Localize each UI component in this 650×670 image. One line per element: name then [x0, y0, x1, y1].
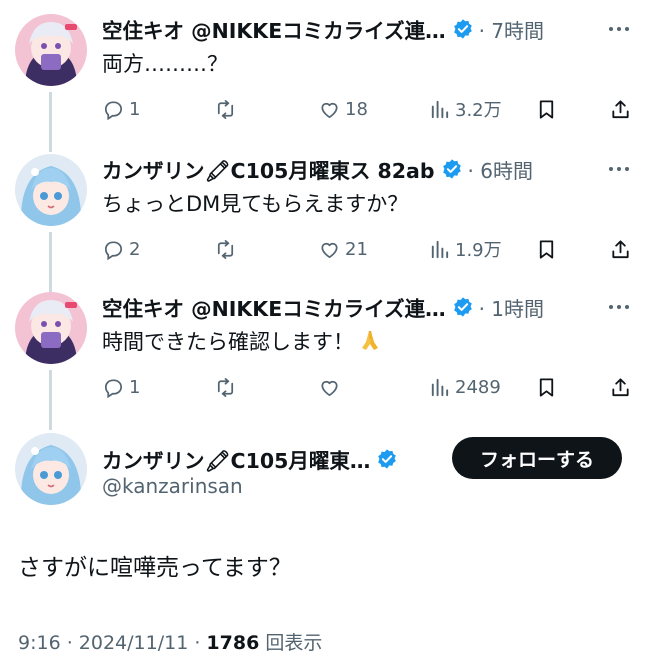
tweet-text: さすがに喧嘩売ってます？ [18, 555, 292, 581]
reply-count: 1 [129, 98, 141, 120]
author-name[interactable]: 空住キオ @NIKKEコミカライズ連… [102, 292, 446, 322]
share-button[interactable] [609, 372, 632, 402]
retweet-button[interactable] [214, 234, 241, 264]
bookmark-button[interactable] [535, 234, 558, 264]
thread-tweet[interactable]: 空住キオ @NIKKEコミカライズ連… · 7時間 両方………？ 1 18 3.… [0, 0, 650, 140]
avatar[interactable] [15, 14, 87, 86]
reply-icon [104, 378, 123, 398]
tweet-text-content: 時間できたら確認します！ [102, 330, 354, 354]
share-icon [612, 239, 629, 258]
like-button[interactable] [318, 372, 345, 402]
author-name[interactable]: 空住キオ @NIKKEコミカライズ連… [102, 14, 446, 44]
share-icon [612, 377, 629, 396]
action-bar: 1 18 3.2万 [102, 94, 636, 124]
tweet-meta: 9:16 · 2024/11/11 · 1786 回表示 [18, 628, 322, 655]
bookmark-button[interactable] [535, 372, 558, 402]
view-count: 3.2万 [455, 100, 502, 121]
like-button[interactable]: 21 [318, 234, 368, 264]
tweet-timestamp[interactable]: 9:16 · 2024/11/11 · [18, 632, 206, 654]
reply-count: 1 [129, 376, 141, 398]
more-icon[interactable] [606, 158, 632, 180]
bookmark-icon [539, 239, 554, 259]
tweet-time[interactable]: · 6時間 [468, 155, 533, 184]
share-icon [612, 99, 629, 118]
like-count: 18 [345, 98, 368, 120]
follow-button[interactable]: フォローする [452, 437, 622, 479]
reply-icon [104, 100, 123, 120]
avatar[interactable] [15, 433, 87, 505]
avatar[interactable] [15, 154, 87, 226]
thread-tweet[interactable]: 空住キオ @NIKKEコミカライズ連… · 1時間 時間できたら確認します！ 1 [0, 278, 650, 418]
retweet-button[interactable] [214, 372, 241, 402]
views-icon [431, 100, 449, 118]
view-count-label: 回表示 [259, 632, 323, 654]
views-button[interactable]: 1.9万 [428, 234, 502, 264]
views-icon [431, 378, 449, 396]
action-bar: 1 2489 [102, 372, 636, 402]
author-handle[interactable]: @kanzarinsan [102, 474, 243, 498]
tweet-text: 時間できたら確認します！ [102, 328, 636, 356]
action-bar: 2 21 1.9万 [102, 234, 636, 264]
like-icon [321, 380, 338, 396]
retweet-icon [217, 239, 234, 259]
reply-button[interactable]: 1 [102, 94, 140, 124]
view-count: 1786 [206, 632, 260, 654]
retweet-button[interactable] [214, 94, 241, 124]
views-button[interactable]: 2489 [428, 372, 501, 402]
tweet-text: ちょっとDM見てもらえますか？ [102, 192, 409, 216]
retweet-icon [217, 377, 234, 397]
view-count: 2489 [455, 376, 501, 398]
reply-button[interactable]: 1 [102, 372, 140, 402]
verified-badge-icon [376, 448, 398, 470]
like-button[interactable]: 18 [318, 94, 368, 124]
tweet-time[interactable]: · 7時間 [479, 15, 544, 44]
author-name[interactable]: カンザリン🖍C105月曜東ス 82ab [102, 154, 435, 184]
main-tweet: カンザリン🖍C105月曜東… @kanzarinsan フォローする さすがに喧… [0, 420, 650, 670]
author-name[interactable]: カンザリン🖍C105月曜東… [102, 444, 370, 474]
bookmark-button[interactable] [535, 94, 558, 124]
reply-icon [104, 240, 123, 260]
bookmark-icon [539, 99, 554, 119]
more-icon[interactable] [606, 18, 632, 40]
tweet-text: 両方………？ [102, 52, 228, 76]
like-icon [321, 102, 338, 118]
like-icon [321, 242, 338, 258]
thread-tweet[interactable]: カンザリン🖍C105月曜東ス 82ab · 6時間 ちょっとDM見てもらえますか… [0, 140, 650, 280]
view-count: 1.9万 [455, 240, 502, 261]
avatar[interactable] [15, 292, 87, 364]
folded-hands-icon [358, 328, 382, 352]
views-button[interactable]: 3.2万 [428, 94, 502, 124]
like-count: 21 [345, 238, 368, 260]
share-button[interactable] [609, 94, 632, 124]
bookmark-icon [539, 377, 554, 397]
verified-badge-icon [441, 158, 463, 180]
share-button[interactable] [609, 234, 632, 264]
views-icon [431, 240, 449, 258]
more-icon[interactable] [606, 296, 632, 318]
verified-badge-icon [452, 296, 474, 318]
tweet-time[interactable]: · 1時間 [479, 293, 544, 322]
verified-badge-icon [452, 18, 474, 40]
reply-button[interactable]: 2 [102, 234, 140, 264]
retweet-icon [217, 99, 234, 119]
reply-count: 2 [129, 238, 141, 260]
